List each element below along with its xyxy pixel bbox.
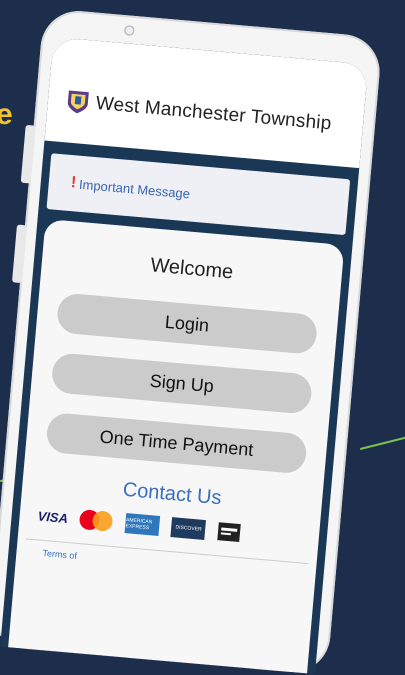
- visa-icon: VISA: [37, 507, 69, 526]
- mastercard-icon: [79, 509, 115, 532]
- phone-side-button: [11, 224, 27, 284]
- app-screen: West Manchester Township ! Important Mes…: [0, 36, 369, 675]
- app-header: West Manchester Township: [44, 36, 369, 169]
- camera-icon: [123, 25, 135, 36]
- township-crest-icon: [65, 88, 91, 116]
- brand[interactable]: West Manchester Township: [65, 88, 333, 137]
- one-time-payment-button[interactable]: One Time Payment: [45, 411, 308, 475]
- welcome-card: Welcome Login Sign Up One Time Payment C…: [8, 218, 345, 674]
- payment-methods: VISA AMERICAN EXPRESS DISCOVER: [37, 505, 242, 543]
- app-title: West Manchester Township: [94, 92, 333, 135]
- amex-icon: AMERICAN EXPRESS: [124, 513, 161, 537]
- login-button[interactable]: Login: [55, 292, 319, 355]
- background-accent-line: [360, 433, 405, 450]
- important-message-link[interactable]: Important Message: [78, 176, 190, 201]
- discover-icon: DISCOVER: [170, 517, 207, 541]
- welcome-heading: Welcome: [149, 254, 235, 284]
- phone-side-button: [20, 124, 36, 184]
- terms-link[interactable]: Terms of: [42, 548, 77, 561]
- sign-up-button[interactable]: Sign Up: [50, 352, 314, 415]
- background-text: e: [0, 98, 13, 131]
- credit-card-icon: [217, 521, 243, 543]
- exclamation-icon: !: [70, 174, 77, 192]
